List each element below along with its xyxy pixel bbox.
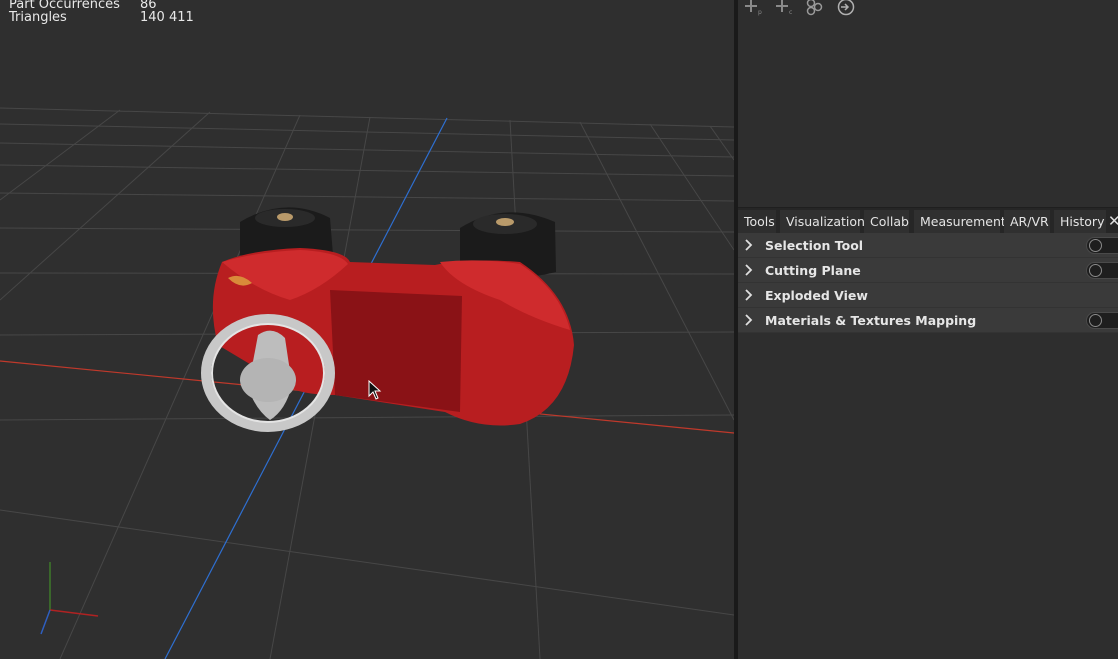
mouse-cursor-icon — [368, 380, 382, 400]
selection-tool-toggle[interactable] — [1086, 237, 1118, 254]
add-part-icon[interactable]: p — [744, 0, 764, 16]
tool-cutting-plane[interactable]: Cutting Plane — [738, 258, 1118, 283]
tools-list: Selection Tool Cutting Plane Exploded Vi… — [738, 233, 1118, 333]
tab-tools[interactable]: Tools — [738, 210, 776, 233]
group-icon[interactable] — [805, 0, 825, 16]
tab-visualization[interactable]: Visualization — [780, 210, 865, 233]
3d-scene[interactable] — [0, 0, 734, 659]
import-icon[interactable] — [836, 0, 856, 16]
right-panel: p c Tools Visualization Collab Measureme… — [738, 0, 1118, 659]
svg-text:p: p — [758, 9, 762, 16]
tool-exploded-view[interactable]: Exploded View — [738, 283, 1118, 308]
close-icon[interactable]: ✕ — [1108, 210, 1118, 233]
3d-viewport[interactable]: Part Occurrences 86 Triangles 140 411 — [0, 0, 734, 659]
triangles-label: Triangles — [9, 10, 67, 25]
panel-tabbar: Tools Visualization Collab Measurement A… — [738, 207, 1118, 233]
scene-stats: Part Occurrences 86 Triangles 140 411 — [9, 0, 194, 24]
tab-collab[interactable]: Collab — [864, 210, 909, 233]
axis-gizmo — [40, 562, 99, 635]
triangles-value: 140 411 — [140, 10, 194, 25]
tab-ar-vr[interactable]: AR/VR — [1004, 210, 1050, 233]
chevron-right-icon — [745, 289, 753, 301]
panel-toolbar: p c — [738, 0, 1118, 18]
tab-measurement[interactable]: Measurement — [914, 210, 1006, 233]
chevron-right-icon — [745, 239, 753, 251]
svg-text:c: c — [789, 9, 792, 16]
car-model[interactable] — [201, 207, 574, 432]
tool-selection-tool[interactable]: Selection Tool — [738, 233, 1118, 258]
tool-label: Materials & Textures Mapping — [765, 313, 977, 328]
tool-materials-textures-mapping[interactable]: Materials & Textures Mapping — [738, 308, 1118, 333]
tool-label: Cutting Plane — [765, 263, 861, 278]
materials-textures-toggle[interactable] — [1086, 312, 1118, 329]
tab-history[interactable]: History — [1054, 210, 1106, 233]
cutting-plane-toggle[interactable] — [1086, 262, 1118, 279]
chevron-right-icon — [745, 264, 753, 276]
chevron-right-icon — [745, 314, 753, 326]
add-component-icon[interactable]: c — [775, 0, 795, 16]
tool-label: Exploded View — [765, 288, 868, 303]
tool-label: Selection Tool — [765, 238, 864, 253]
